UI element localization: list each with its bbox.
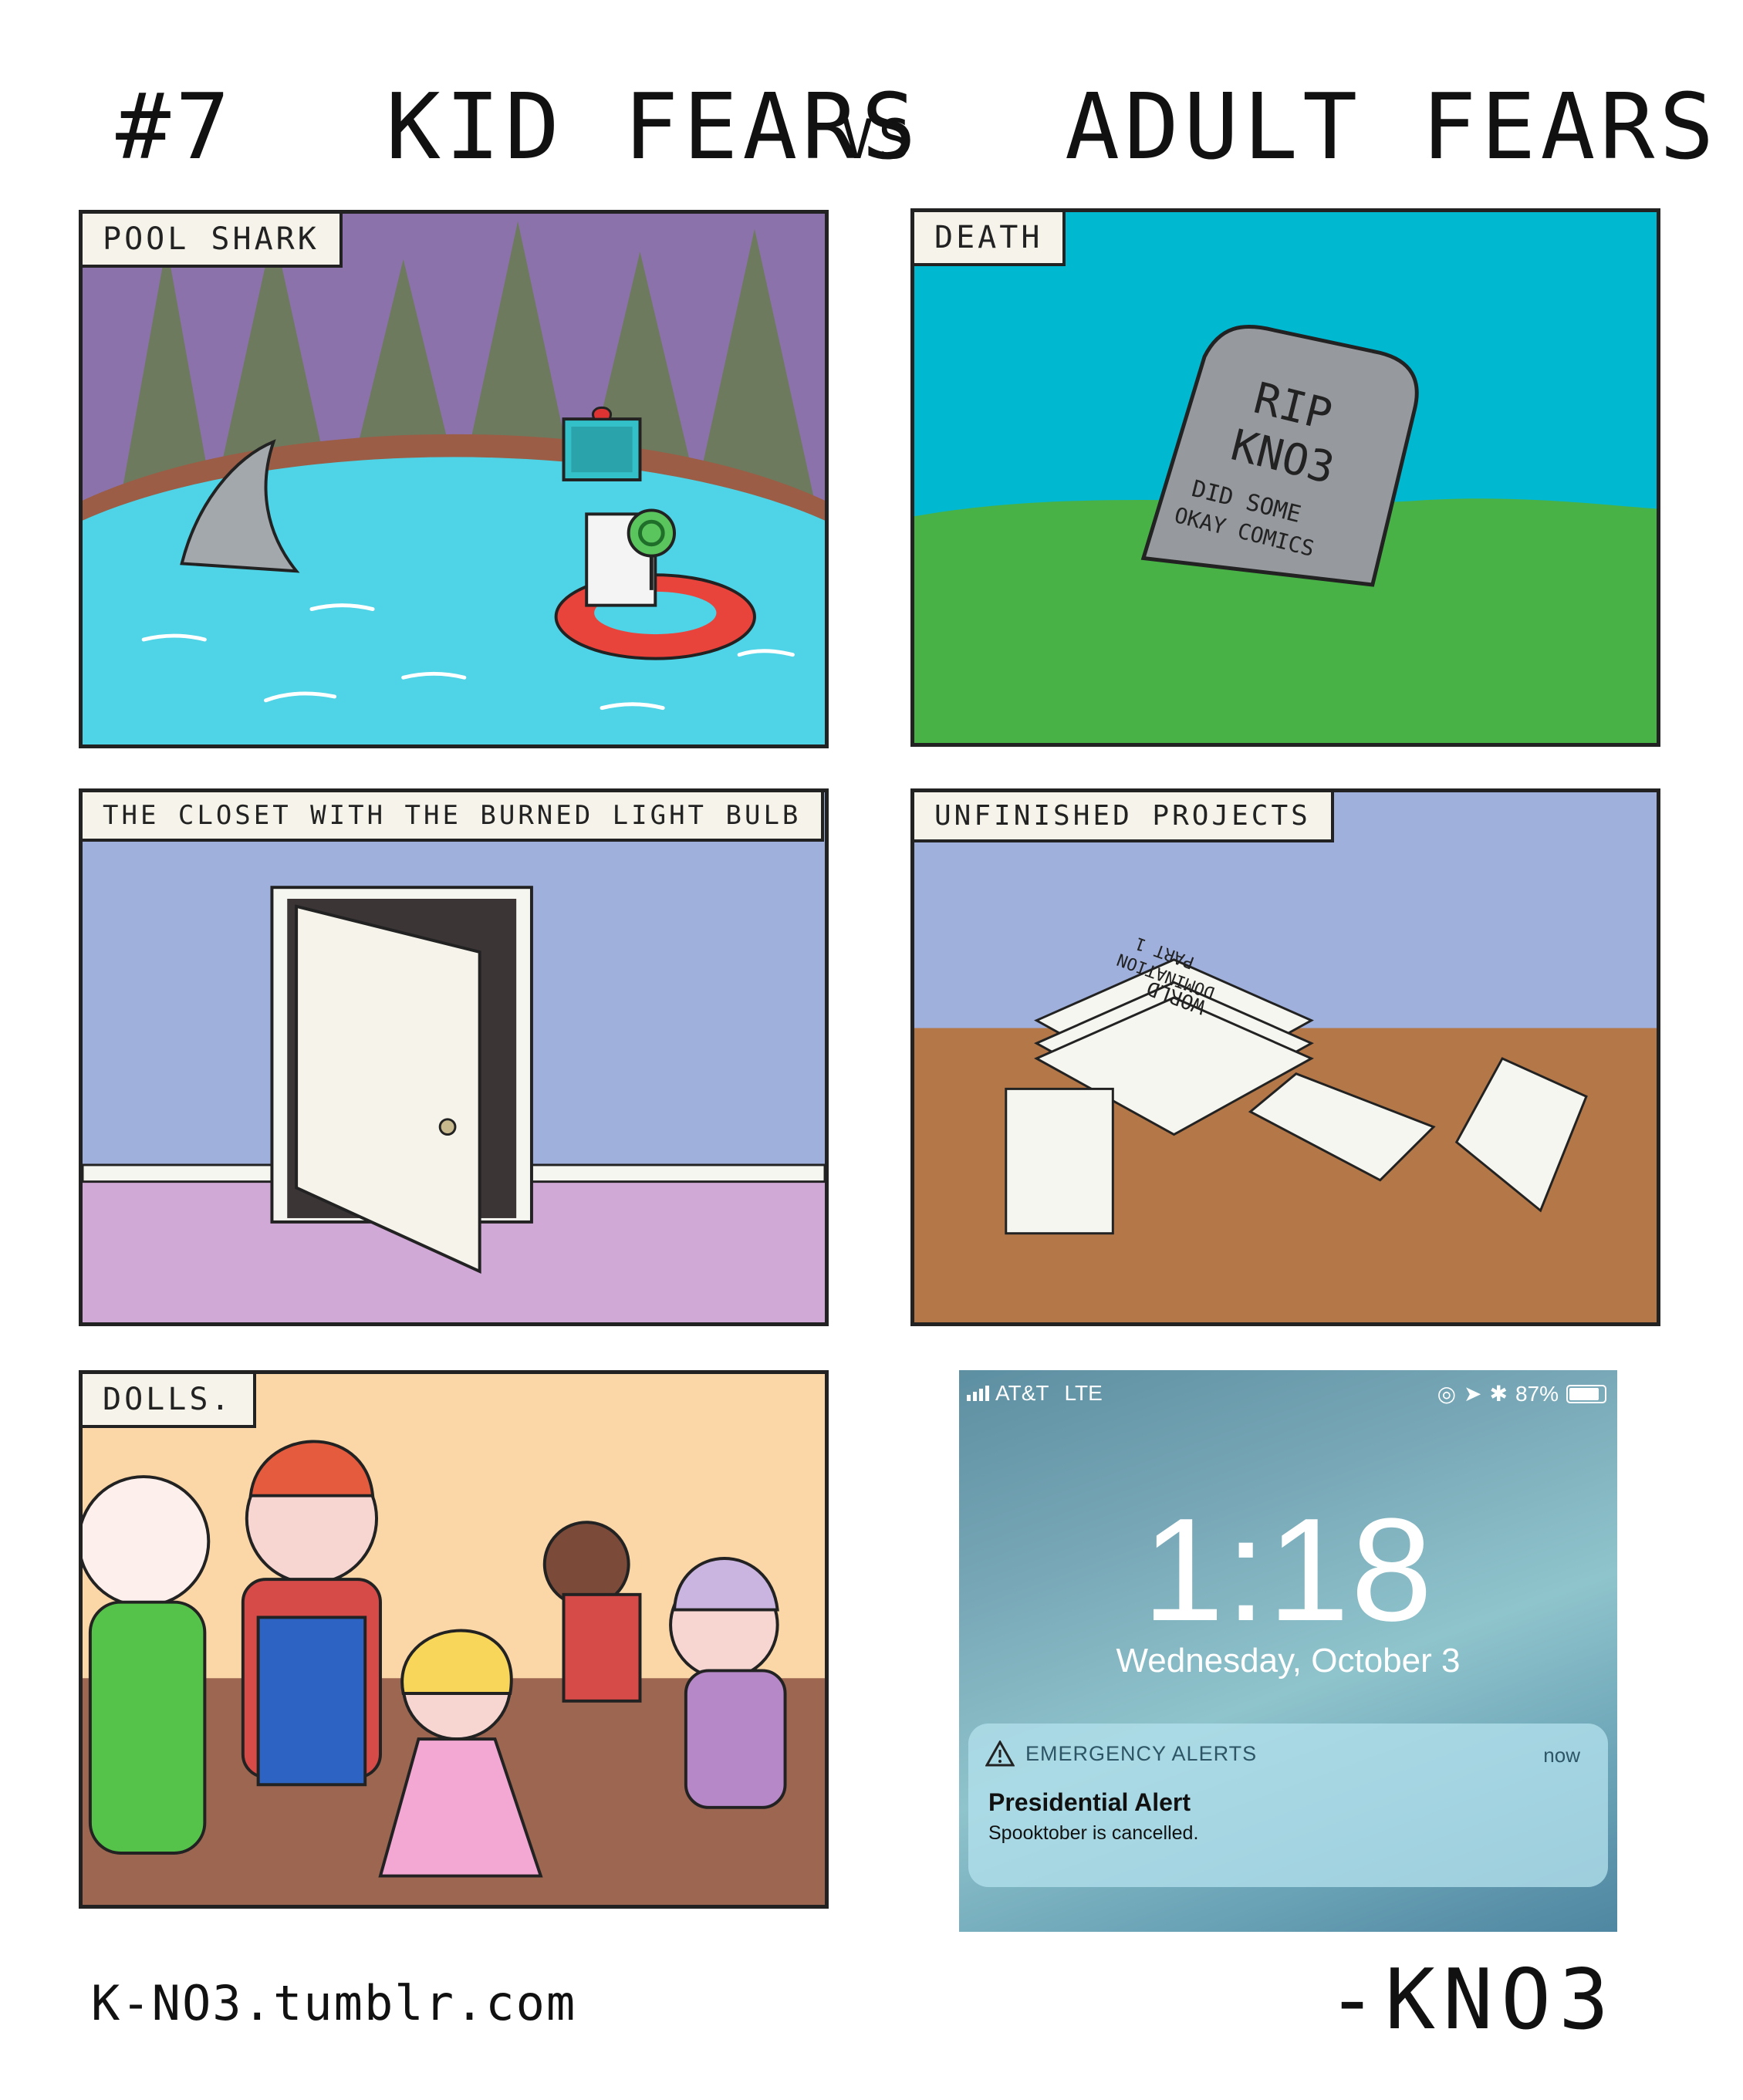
battery-percent: 87%	[1515, 1381, 1559, 1406]
status-bar: AT&T LTE ◎ ➤ ✱ 87%	[959, 1378, 1617, 1409]
alert-title: Presidential Alert	[988, 1788, 1191, 1816]
panel-caption: UNFINISHED PROJECTS	[914, 792, 1334, 842]
emergency-alert-notification[interactable]: EMERGENCY ALERTS now Presidential Alert …	[968, 1724, 1608, 1887]
orientation-lock-icon: ◎	[1437, 1382, 1457, 1406]
lock-screen-clock: 1:18	[1142, 1488, 1434, 1652]
adult-fears-title: ADULT FEARS	[1065, 73, 1719, 180]
panel-dolls: DOLLS.	[79, 1370, 829, 1909]
bluetooth-icon: ✱	[1489, 1382, 1508, 1406]
network-label: LTE	[1064, 1381, 1103, 1405]
signal-icon	[967, 1386, 989, 1401]
carrier-label: AT&T	[995, 1381, 1049, 1405]
artist-signature: -KNO3	[1327, 1952, 1617, 2048]
alert-app-name: EMERGENCY ALERTS	[1025, 1741, 1258, 1765]
phone-lock-screen: AT&T LTE ◎ ➤ ✱ 87% 1:18 Wednesday, Octob…	[959, 1370, 1617, 1932]
comic-number: #7	[116, 73, 235, 180]
location-icon: ➤	[1464, 1382, 1482, 1406]
alert-time: now	[1543, 1744, 1580, 1767]
warning-triangle-icon	[985, 1740, 1015, 1767]
panel-unfinished-projects: UNFINISHED PROJECTS WORLD DOMINATION PAR…	[910, 788, 1660, 1326]
panel-closet: THE CLOSET WITH THE BURNED LIGHT BULB	[79, 788, 829, 1326]
battery-icon	[1566, 1384, 1606, 1403]
closet-illustration	[83, 886, 825, 1322]
panel-death: DEATH RIP KNO3 DID SOME OKAY COMICS	[910, 208, 1660, 747]
panel-caption: THE CLOSET WITH THE BURNED LIGHT BULB	[83, 792, 825, 842]
dolls-illustration	[83, 1440, 825, 1905]
alert-body: Spooktober is cancelled.	[988, 1822, 1199, 1844]
panel-caption: DOLLS.	[83, 1374, 256, 1428]
panel-pool-shark: POOL SHARK	[79, 210, 829, 748]
panel-caption: POOL SHARK	[83, 214, 343, 268]
vs-label: VS	[841, 108, 916, 171]
footer-website: K-NO3.tumblr.com	[91, 1975, 577, 2031]
lock-screen-date: Wednesday, October 3	[1116, 1642, 1461, 1680]
panel-caption: DEATH	[914, 212, 1066, 266]
papers-illustration	[914, 958, 1657, 1322]
pool-shark-illustration	[83, 214, 825, 744]
